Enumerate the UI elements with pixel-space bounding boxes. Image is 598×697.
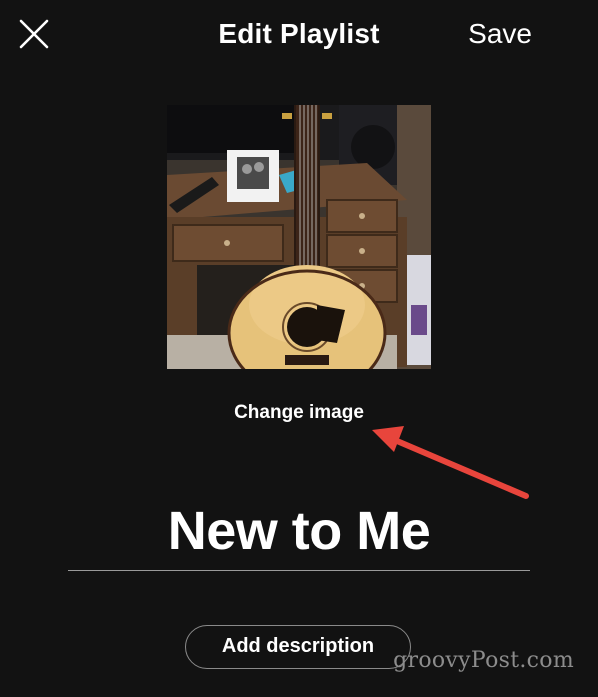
save-button[interactable]: Save — [468, 18, 532, 50]
name-field-underline — [68, 570, 530, 571]
add-description-button[interactable]: Add description — [185, 625, 411, 669]
watermark: groovyPost.com — [393, 648, 574, 673]
edit-playlist-screen: Edit Playlist Save Change image New to M… — [0, 0, 598, 697]
playlist-name-field[interactable]: New to Me — [68, 500, 530, 562]
playlist-cover-image[interactable] — [167, 105, 431, 369]
cover-photo — [167, 105, 431, 369]
